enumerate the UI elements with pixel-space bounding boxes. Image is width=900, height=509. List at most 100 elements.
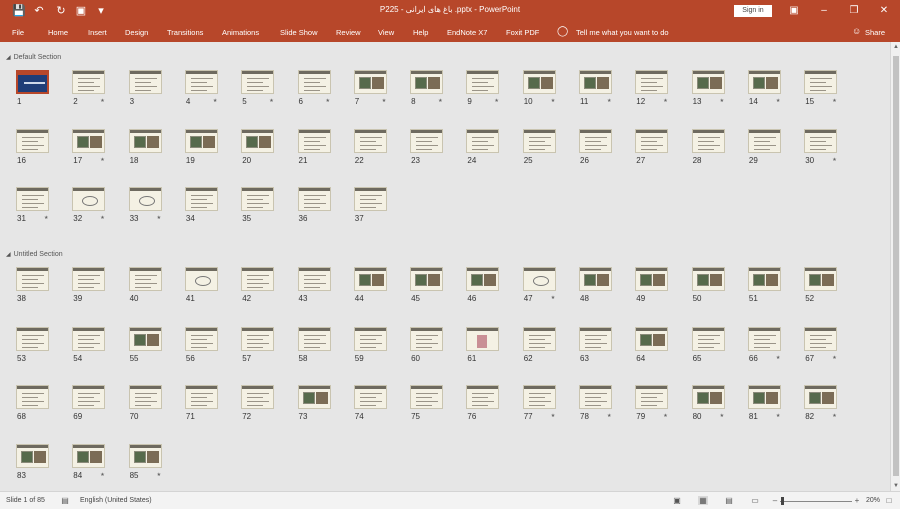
fit-to-window-icon[interactable]: □ <box>884 496 894 505</box>
slide-thumbnail[interactable]: 15 ★ <box>804 70 838 106</box>
slide-preview[interactable] <box>579 385 612 409</box>
slide-preview[interactable] <box>16 129 49 153</box>
slide-preview[interactable] <box>128 187 162 211</box>
slide-thumbnail[interactable]: 53 <box>16 327 49 363</box>
slide-preview[interactable] <box>297 327 331 351</box>
slide-preview[interactable] <box>579 70 612 94</box>
transition-star-icon[interactable]: ★ <box>776 355 780 361</box>
slide-preview[interactable] <box>128 385 162 409</box>
slide-preview[interactable] <box>297 70 331 94</box>
minimize-icon[interactable]: – <box>814 3 834 19</box>
reading-view-icon[interactable]: ▤ <box>724 496 734 505</box>
slide-preview[interactable] <box>241 129 275 153</box>
zoom-level[interactable]: 20% <box>866 497 880 504</box>
slide-thumbnail[interactable]: 54 <box>72 327 106 363</box>
transition-star-icon[interactable]: ★ <box>100 472 104 478</box>
spelling-check-icon[interactable]: ▤ <box>60 496 70 505</box>
slide-preview[interactable] <box>353 70 387 94</box>
slide-thumbnail[interactable]: 26 <box>579 129 612 165</box>
slide-thumbnail[interactable]: 75 <box>410 385 444 421</box>
redo-icon[interactable]: ↻ <box>54 4 68 18</box>
slide-preview[interactable] <box>579 267 612 291</box>
slide-thumbnail[interactable]: 79 ★ <box>635 385 669 421</box>
slide-thumbnail[interactable]: 5 ★ <box>241 70 275 106</box>
slide-thumbnail[interactable]: 30 ★ <box>804 129 838 165</box>
slide-thumbnail[interactable]: 70 <box>128 385 162 421</box>
slide-preview[interactable] <box>72 129 106 153</box>
transition-star-icon[interactable]: ★ <box>213 98 217 104</box>
slide-preview[interactable] <box>466 327 500 351</box>
zoom-slider[interactable] <box>780 501 852 502</box>
slide-preview[interactable] <box>466 385 500 409</box>
slide-thumbnail[interactable]: 74 <box>353 385 387 421</box>
slide-thumbnail[interactable]: 82 ★ <box>804 385 838 421</box>
slide-preview[interactable] <box>128 327 162 351</box>
slide-preview[interactable] <box>184 70 218 94</box>
slide-thumbnail[interactable]: 57 <box>241 327 275 363</box>
slide-thumbnail[interactable]: 16 <box>16 129 49 165</box>
slide-preview[interactable] <box>16 267 49 291</box>
slide-thumbnail[interactable]: 59 <box>353 327 387 363</box>
transition-star-icon[interactable]: ★ <box>832 157 836 163</box>
slide-preview[interactable] <box>466 129 500 153</box>
slide-preview[interactable] <box>579 129 612 153</box>
transition-star-icon[interactable]: ★ <box>776 413 780 419</box>
slide-show-view-icon[interactable]: ▭ <box>750 496 760 505</box>
zoom-out-icon[interactable]: – <box>770 496 780 505</box>
lightbulb-icon[interactable]: ◯ <box>557 26 568 37</box>
slide-thumbnail[interactable]: 48 <box>579 267 612 303</box>
slide-preview[interactable] <box>72 444 106 468</box>
slide-thumbnail[interactable]: 34 <box>184 187 218 223</box>
slide-preview[interactable] <box>241 187 275 211</box>
slide-thumbnail[interactable]: 23 <box>410 129 444 165</box>
slide-thumbnail[interactable]: 56 <box>184 327 218 363</box>
slide-thumbnail[interactable]: 7 ★ <box>353 70 387 106</box>
transition-star-icon[interactable]: ★ <box>100 157 104 163</box>
slide-preview[interactable] <box>747 385 781 409</box>
collapse-triangle-icon[interactable]: ◢ <box>6 252 11 258</box>
slide-thumbnail[interactable]: 35 <box>241 187 275 223</box>
slide-preview[interactable] <box>241 70 275 94</box>
share-button[interactable]: Share <box>865 28 885 37</box>
slide-preview[interactable] <box>804 129 838 153</box>
slide-thumbnail[interactable]: 24 <box>466 129 500 165</box>
tab-insert[interactable]: Insert <box>88 28 107 37</box>
slide-thumbnail[interactable]: 71 <box>184 385 218 421</box>
slide-preview[interactable] <box>184 327 218 351</box>
slide-thumbnail[interactable]: 31 ★ <box>16 187 49 223</box>
slide-preview[interactable] <box>72 327 106 351</box>
share-person-icon[interactable]: ☺ <box>852 26 861 36</box>
tab-foxit-pdf[interactable]: Foxit PDF <box>506 28 539 37</box>
slide-thumbnail[interactable]: 20 <box>241 129 275 165</box>
slide-preview[interactable] <box>128 129 162 153</box>
slide-thumbnail[interactable]: 9 ★ <box>466 70 500 106</box>
slide-thumbnail[interactable]: 4 ★ <box>184 70 218 106</box>
slide-thumbnail[interactable]: 14 ★ <box>747 70 781 106</box>
slide-preview[interactable] <box>691 385 725 409</box>
slide-preview[interactable] <box>410 385 444 409</box>
collapse-triangle-icon[interactable]: ◢ <box>6 55 11 61</box>
slide-thumbnail[interactable]: 17 ★ <box>72 129 106 165</box>
slide-preview[interactable] <box>241 267 275 291</box>
slide-preview[interactable] <box>691 267 725 291</box>
slide-thumbnail[interactable]: 44 <box>353 267 387 303</box>
slide-preview[interactable] <box>691 327 725 351</box>
slide-preview[interactable] <box>410 267 444 291</box>
slide-thumbnail[interactable]: 67 ★ <box>804 327 838 363</box>
slide-thumbnail[interactable]: 62 <box>522 327 556 363</box>
tab-design[interactable]: Design <box>125 28 148 37</box>
slide-preview[interactable] <box>297 267 331 291</box>
slide-preview[interactable] <box>635 385 669 409</box>
transition-star-icon[interactable]: ★ <box>663 413 667 419</box>
close-icon[interactable]: ✕ <box>874 3 894 19</box>
slide-thumbnail[interactable]: 55 <box>128 327 162 363</box>
slide-thumbnail[interactable]: 37 <box>353 187 387 223</box>
tab-slide-show[interactable]: Slide Show <box>280 28 318 37</box>
section-header-default[interactable]: ◢ Default Section <box>6 54 61 61</box>
slide-thumbnail[interactable]: 29 <box>747 129 781 165</box>
slide-thumbnail[interactable]: 80 ★ <box>691 385 725 421</box>
slide-preview[interactable] <box>184 129 218 153</box>
slide-preview[interactable] <box>16 385 49 409</box>
slide-thumbnail[interactable]: 18 <box>128 129 162 165</box>
slide-preview[interactable] <box>16 444 49 468</box>
